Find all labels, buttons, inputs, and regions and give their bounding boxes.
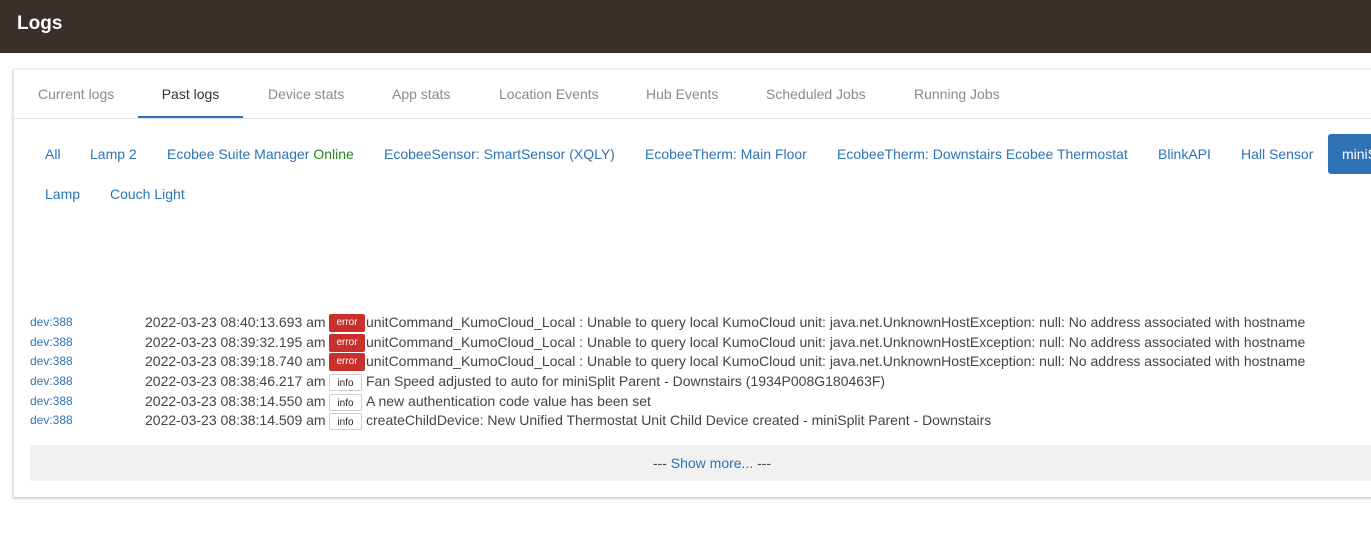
online-status: Online	[313, 146, 354, 162]
log-message: unitCommand_KumoCloud_Local : Unable to …	[366, 334, 1306, 350]
log-timestamp: 2022-03-23 08:38:46.217 am	[145, 373, 326, 389]
log-row: dev:388 2022-03-23 08:38:14.550 am info …	[30, 391, 1371, 411]
device-filter-minisplit-active[interactable]: miniS	[1328, 134, 1371, 174]
log-row: dev:388 2022-03-23 08:40:13.693 am error…	[30, 312, 1371, 332]
page-title: Logs	[17, 13, 63, 34]
log-row: dev:388 2022-03-23 08:38:14.509 am info …	[30, 410, 1371, 430]
log-timestamp: 2022-03-23 08:39:32.195 am	[145, 334, 326, 350]
device-filter-blinkapi[interactable]: BlinkAPI	[1158, 146, 1211, 162]
log-row: dev:388 2022-03-23 08:38:46.217 am info …	[30, 371, 1371, 391]
log-message: A new authentication code value has been…	[366, 393, 651, 409]
device-filter-ecobee-main-floor[interactable]: EcobeeTherm: Main Floor	[645, 146, 807, 162]
tab-current-logs[interactable]: Current logs	[38, 70, 114, 117]
tab-bar: Current logs Past logs Device stats App …	[14, 70, 1371, 119]
device-link[interactable]: dev:388	[30, 332, 73, 352]
device-filter-ecobee-downstairs[interactable]: EcobeeTherm: Downstairs Ecobee Thermosta…	[837, 146, 1128, 162]
log-message: unitCommand_KumoCloud_Local : Unable to …	[366, 314, 1306, 330]
log-timestamp: 2022-03-23 08:40:13.693 am	[145, 314, 326, 330]
log-message: Fan Speed adjusted to auto for miniSplit…	[366, 373, 886, 389]
show-more-bar: --- Show more... ---	[30, 445, 1371, 481]
device-filter-ecobee-sensor[interactable]: EcobeeSensor: SmartSensor (XQLY)	[384, 146, 615, 162]
tab-running-jobs[interactable]: Running Jobs	[914, 70, 1000, 117]
logs-panel: Current logs Past logs Device stats App …	[13, 69, 1371, 497]
tab-device-stats[interactable]: Device stats	[268, 70, 344, 117]
log-message: unitCommand_KumoCloud_Local : Unable to …	[366, 353, 1306, 369]
error-badge: error	[329, 314, 365, 332]
device-link[interactable]: dev:388	[30, 410, 73, 430]
show-more-link[interactable]: Show more...	[671, 455, 753, 471]
tab-scheduled-jobs[interactable]: Scheduled Jobs	[766, 70, 866, 117]
error-badge: error	[329, 334, 365, 352]
info-badge: info	[329, 413, 362, 430]
info-badge: info	[329, 374, 362, 391]
log-message: createChildDevice: New Unified Thermosta…	[366, 412, 992, 428]
tab-app-stats[interactable]: App stats	[392, 70, 450, 117]
show-more-suffix: ---	[753, 455, 772, 471]
error-badge: error	[329, 353, 365, 371]
device-filter-lamp-2[interactable]: Lamp 2	[90, 146, 137, 162]
device-filter-hall-sensor[interactable]: Hall Sensor	[1241, 146, 1313, 162]
log-row: dev:388 2022-03-23 08:39:18.740 am error…	[30, 351, 1371, 371]
device-filter-lamp[interactable]: Lamp	[45, 186, 80, 202]
device-link[interactable]: dev:388	[30, 391, 73, 411]
device-link[interactable]: dev:388	[30, 351, 73, 371]
tab-past-logs[interactable]: Past logs	[138, 70, 243, 118]
device-link[interactable]: dev:388	[30, 312, 73, 332]
log-timestamp: 2022-03-23 08:38:14.509 am	[145, 412, 326, 428]
tab-location-events[interactable]: Location Events	[499, 70, 599, 117]
tab-hub-events[interactable]: Hub Events	[646, 70, 718, 117]
device-link[interactable]: dev:388	[30, 371, 73, 391]
device-filter-all[interactable]: All	[45, 146, 61, 162]
log-timestamp: 2022-03-23 08:39:18.740 am	[145, 353, 326, 369]
device-filter-label: Ecobee Suite Manager	[167, 146, 310, 162]
device-filter-ecobee-suite-manager[interactable]: Ecobee Suite Manager Online	[167, 146, 354, 162]
show-more-prefix: ---	[652, 455, 671, 471]
log-row: dev:388 2022-03-23 08:39:32.195 am error…	[30, 332, 1371, 352]
log-timestamp: 2022-03-23 08:38:14.550 am	[145, 393, 326, 409]
app-header: Logs	[0, 0, 1371, 53]
info-badge: info	[329, 394, 362, 411]
device-filter-couch-light[interactable]: Couch Light	[110, 186, 185, 202]
